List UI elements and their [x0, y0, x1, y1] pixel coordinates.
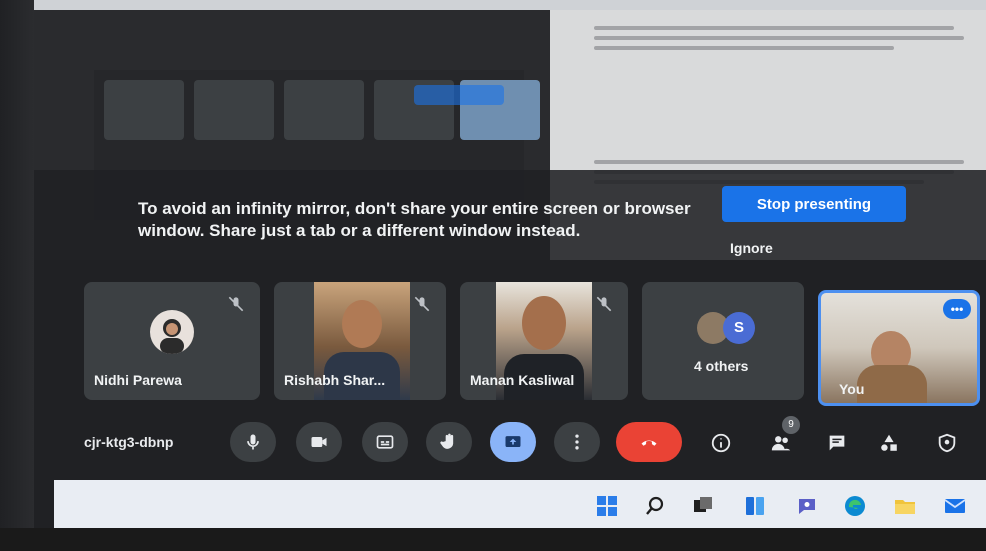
photo-edge — [0, 0, 986, 10]
edge-browser-button[interactable] — [842, 494, 868, 518]
participant-tile[interactable]: Manan Kasliwal — [460, 282, 628, 400]
mirror-tile — [284, 80, 364, 140]
participant-name: Manan Kasliwal — [470, 372, 575, 388]
mic-off-icon — [228, 296, 244, 312]
present-button[interactable] — [490, 422, 536, 462]
others-avatars: S — [697, 312, 767, 346]
chat-button[interactable] — [822, 428, 852, 458]
taskbar-search-button[interactable] — [642, 494, 668, 518]
mirror-tile — [194, 80, 274, 140]
camera-icon — [311, 437, 327, 447]
participant-face — [342, 300, 382, 348]
microphone-button[interactable] — [230, 422, 276, 462]
participant-face — [522, 296, 566, 350]
captions-icon — [376, 435, 394, 449]
infinity-mirror-warning: To avoid an infinity mirror, don't share… — [138, 199, 691, 240]
task-view-button[interactable] — [690, 494, 716, 518]
doc-text-line — [594, 160, 964, 164]
present-icon — [505, 436, 521, 447]
chat-icon — [829, 435, 845, 451]
folder-icon — [895, 500, 915, 514]
avatar: S — [723, 312, 755, 344]
doc-text-line — [594, 26, 954, 30]
monitor-bezel — [0, 0, 34, 551]
doc-text-line — [594, 36, 964, 40]
meeting-code: cjr-ktg3-dbnp — [84, 434, 174, 450]
raise-hand-button[interactable] — [426, 422, 472, 462]
more-options-button[interactable] — [554, 422, 600, 462]
mirror-tile — [104, 80, 184, 140]
mail-icon — [944, 499, 966, 513]
meeting-details-button[interactable] — [706, 428, 736, 458]
activities-icon — [881, 434, 897, 451]
tile-more-button[interactable]: ••• — [943, 299, 971, 319]
participant-name: Nidhi Parewa — [94, 372, 182, 388]
windows-logo-icon — [597, 496, 617, 516]
doc-text-line — [594, 46, 894, 50]
monitor-bezel-bottom — [0, 528, 986, 551]
mic-off-icon — [414, 296, 430, 312]
self-body — [857, 365, 927, 403]
people-icon — [771, 436, 791, 451]
captions-button[interactable] — [362, 422, 408, 462]
participant-count-badge: 9 — [782, 416, 800, 434]
teams-chat-button[interactable] — [794, 494, 820, 518]
participant-name: Rishabh Shar... — [284, 372, 386, 388]
widgets-icon — [746, 497, 764, 515]
meet-window: To avoid an infinity mirror, don't share… — [34, 10, 986, 528]
avatar — [150, 310, 194, 354]
participant-tile[interactable]: S 4 others — [642, 282, 804, 400]
participant-name: You — [839, 381, 865, 397]
search-icon — [646, 496, 664, 515]
host-controls-button[interactable] — [932, 428, 962, 458]
info-icon — [711, 433, 731, 453]
edge-icon — [845, 496, 865, 516]
leave-call-button[interactable] — [616, 422, 682, 462]
mail-button[interactable] — [942, 494, 968, 518]
hand-icon — [440, 433, 454, 449]
others-count: 4 others — [694, 358, 749, 374]
activities-button[interactable] — [874, 428, 904, 458]
camera-button[interactable] — [296, 422, 342, 462]
start-button[interactable] — [594, 494, 620, 518]
stop-presenting-button[interactable]: Stop presenting — [722, 186, 906, 222]
chat-app-icon — [799, 499, 815, 514]
mic-icon — [247, 434, 259, 450]
participant-tile[interactable]: Nidhi Parewa — [84, 282, 260, 400]
self-view-tile[interactable]: ••• You — [818, 290, 980, 406]
file-explorer-button[interactable] — [892, 494, 918, 518]
more-vert-icon — [575, 434, 579, 450]
ignore-button[interactable]: Ignore — [730, 240, 773, 256]
mic-off-icon — [596, 296, 612, 312]
call-end-icon — [641, 440, 657, 446]
mirror-button — [414, 85, 504, 105]
participant-tile[interactable]: Rishabh Shar... — [274, 282, 446, 400]
widgets-button[interactable] — [742, 494, 768, 518]
shield-icon — [938, 433, 956, 453]
task-view-icon — [694, 497, 712, 512]
